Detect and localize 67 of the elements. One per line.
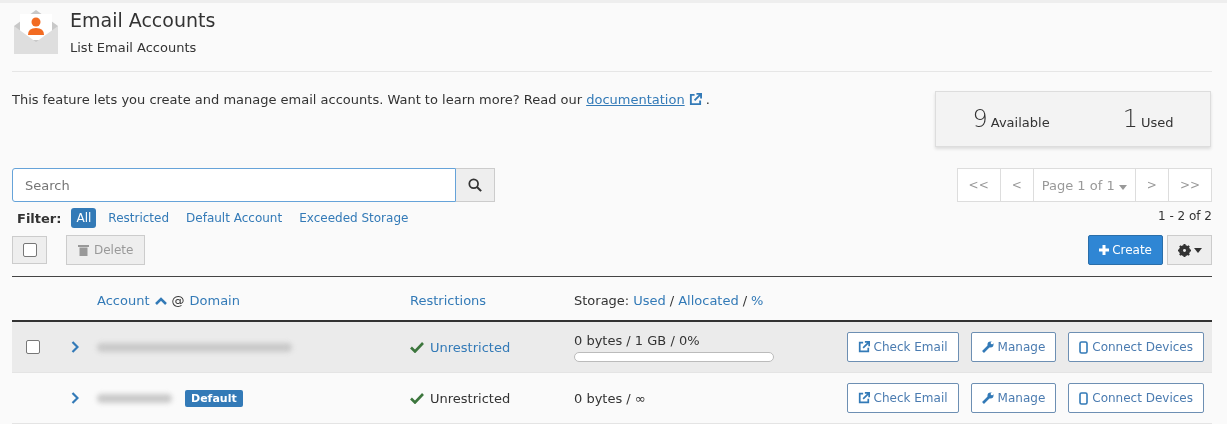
storage-heading: Storage: [574, 293, 630, 308]
delete-button[interactable]: Delete [66, 235, 146, 265]
filter-option[interactable]: Restricted [103, 208, 175, 228]
page-dropdown[interactable]: Page 1 of 1 [1032, 168, 1136, 202]
check-email-button[interactable]: Check Email [846, 383, 959, 413]
account-sort-link[interactable]: Account [97, 293, 150, 308]
allocated-sort-link[interactable]: Allocated [678, 293, 739, 308]
settings-icon [1177, 243, 1191, 257]
default-badge: Default [185, 389, 243, 407]
manage-button[interactable]: Manage [970, 332, 1057, 362]
envelope-user-icon [12, 8, 60, 56]
stat-value: 1 [1122, 105, 1138, 133]
row-checkbox[interactable] [26, 340, 40, 354]
manage-button[interactable]: Manage [970, 383, 1057, 413]
phone-icon [1079, 340, 1089, 354]
search-field[interactable]: Search [12, 168, 456, 202]
connect-devices-button[interactable]: Connect Devices [1068, 383, 1204, 413]
filter-option[interactable]: Default Account [181, 208, 288, 228]
slash-separator: / [669, 293, 675, 308]
plus-icon [1099, 245, 1110, 255]
caret-icon [1193, 247, 1202, 253]
search-icon [468, 178, 482, 192]
restriction-status: Unrestricted [430, 390, 511, 406]
caret-icon [1118, 184, 1127, 190]
page-title: Email Accounts [70, 9, 216, 31]
domain-sort-link[interactable]: Domain [189, 293, 240, 308]
checkmark-icon [410, 392, 424, 404]
storage-usage: 0 bytes / ∞ [574, 390, 647, 406]
trash-icon [78, 244, 89, 256]
intro-text: This feature lets you create and manage email accounts. Want to learn more? Read our [12, 91, 583, 107]
filter-option[interactable]: All [71, 208, 97, 228]
create-button[interactable]: Create [1088, 235, 1163, 265]
at-sign: @ [171, 293, 185, 308]
page-subtitle: List Email Accounts [70, 40, 198, 55]
external-link-icon [857, 392, 870, 404]
restriction-link[interactable]: Unrestricted [430, 339, 511, 355]
select-all-checkbox[interactable] [22, 243, 37, 257]
expand-chevron-icon[interactable] [70, 341, 79, 353]
percent-sort-link[interactable]: % [751, 293, 764, 308]
filter-option[interactable]: Exceeded Storage [294, 208, 414, 228]
first-page-button[interactable]: << [956, 168, 1001, 202]
stat-value: 9 [972, 105, 988, 133]
used-sort-link[interactable]: Used [633, 293, 666, 308]
documentation-link[interactable]: documentation [586, 91, 685, 107]
previous-page-button[interactable]: < [999, 168, 1034, 202]
connect-devices-button[interactable]: Connect Devices [1068, 332, 1204, 362]
stat-label: Available [990, 115, 1050, 130]
last-page-button[interactable]: >> [1167, 168, 1212, 202]
slash-separator: / [742, 293, 748, 308]
storage-usage: 0 bytes / 1 GB / 0% [574, 332, 701, 348]
external-link-icon [857, 341, 870, 353]
external-link-icon [688, 92, 702, 106]
checkmark-icon [410, 341, 424, 353]
stat-label: Used [1140, 115, 1174, 130]
check-email-button[interactable]: Check Email [846, 332, 959, 362]
restrictions-sort-link[interactable]: Restrictions [410, 293, 487, 308]
phone-icon [1079, 391, 1089, 405]
wrench-icon [981, 392, 994, 404]
result-range: 1 - 2 of 2 [1157, 209, 1212, 223]
sort-up-icon [154, 296, 167, 305]
intro-period: . [705, 91, 710, 107]
expand-chevron-icon[interactable] [70, 392, 79, 404]
settings-button[interactable] [1167, 235, 1212, 265]
wrench-icon [981, 341, 994, 353]
filter-label: Filter: [17, 210, 62, 226]
search-button[interactable] [456, 168, 495, 202]
next-page-button[interactable]: > [1134, 168, 1169, 202]
